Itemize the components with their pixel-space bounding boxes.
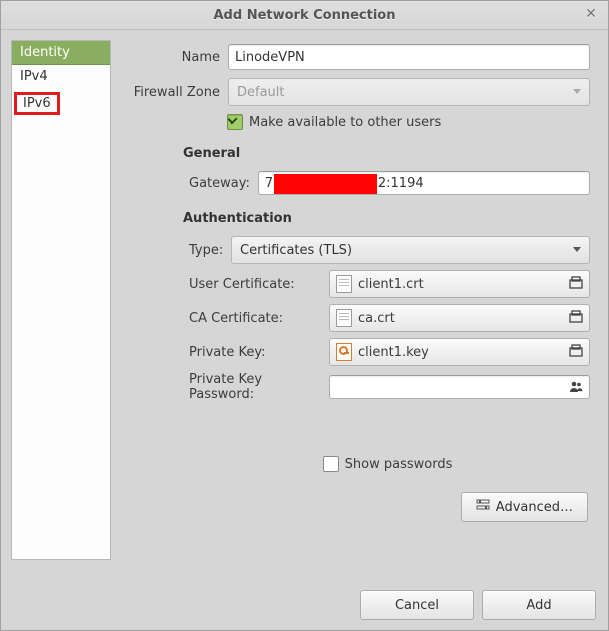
ca-cert-button[interactable]: ca.crt — [329, 304, 590, 332]
general-heading: General — [183, 146, 590, 161]
settings-icon — [476, 498, 490, 516]
chevron-down-icon — [573, 89, 581, 94]
name-input[interactable] — [228, 44, 590, 70]
chevron-down-icon — [573, 247, 581, 252]
key-file-icon — [336, 343, 352, 361]
show-pwd-checkbox[interactable] — [323, 456, 339, 472]
cancel-label: Cancel — [395, 598, 439, 613]
pkey-value: client1.key — [358, 345, 429, 360]
gateway-label: Gateway: — [189, 176, 258, 191]
user-cert-label: User Certificate: — [189, 277, 329, 292]
open-folder-icon — [569, 344, 583, 358]
advanced-button[interactable]: Advanced… — [461, 492, 588, 522]
sidebar-item-ipv4[interactable]: IPv4 — [12, 65, 110, 88]
redacted-block — [274, 174, 377, 194]
type-label: Type: — [189, 243, 231, 258]
settings-sidebar: Identity IPv4 IPv6 — [11, 40, 111, 560]
sidebar-item-identity[interactable]: Identity — [12, 41, 110, 65]
show-pwd-label: Show passwords — [345, 457, 453, 472]
gateway-text-prefix: 7 — [265, 176, 273, 191]
file-icon — [336, 275, 352, 293]
file-icon — [336, 309, 352, 327]
type-value: Certificates (TLS) — [240, 243, 352, 258]
ca-cert-label: CA Certificate: — [189, 311, 329, 326]
pkey-label: Private Key: — [189, 345, 329, 360]
sidebar-item-label: IPv6 — [14, 92, 60, 115]
gateway-text-suffix: 2:1194 — [378, 176, 424, 191]
close-icon[interactable]: ✕ — [582, 5, 600, 23]
user-cert-button[interactable]: client1.crt — [329, 270, 590, 298]
dialog-window: Add Network Connection ✕ Identity IPv4 I… — [0, 0, 609, 631]
ca-cert-value: ca.crt — [358, 311, 395, 326]
sidebar-item-label: IPv4 — [20, 69, 48, 84]
pkey-button[interactable]: client1.key — [329, 338, 590, 366]
dialog-body: Identity IPv4 IPv6 Name Firewall Zone De… — [1, 30, 608, 570]
type-select[interactable]: Certificates (TLS) — [231, 236, 590, 264]
zone-select[interactable]: Default — [228, 78, 590, 106]
users-icon[interactable] — [568, 379, 584, 399]
add-label: Add — [526, 598, 551, 613]
auth-heading: Authentication — [183, 211, 590, 226]
name-label: Name — [125, 50, 228, 65]
open-folder-icon — [569, 310, 583, 324]
content-pane: Name Firewall Zone Default Make availabl… — [117, 40, 598, 560]
user-cert-value: client1.crt — [358, 277, 424, 292]
cancel-button[interactable]: Cancel — [360, 590, 474, 620]
share-label: Make available to other users — [249, 115, 441, 130]
sidebar-item-label: Identity — [20, 45, 70, 60]
pkey-pwd-input[interactable] — [329, 375, 590, 399]
zone-value: Default — [237, 85, 285, 100]
add-button[interactable]: Add — [482, 590, 596, 620]
zone-label: Firewall Zone — [125, 85, 228, 100]
window-title: Add Network Connection — [214, 8, 396, 23]
open-folder-icon — [569, 276, 583, 290]
pkey-pwd-label: Private Key Password: — [189, 372, 329, 402]
dialog-footer: Cancel Add — [360, 590, 596, 620]
share-checkbox[interactable] — [227, 114, 243, 130]
titlebar: Add Network Connection ✕ — [1, 1, 608, 30]
advanced-label: Advanced… — [496, 500, 573, 515]
sidebar-item-ipv6[interactable]: IPv6 — [12, 88, 110, 119]
